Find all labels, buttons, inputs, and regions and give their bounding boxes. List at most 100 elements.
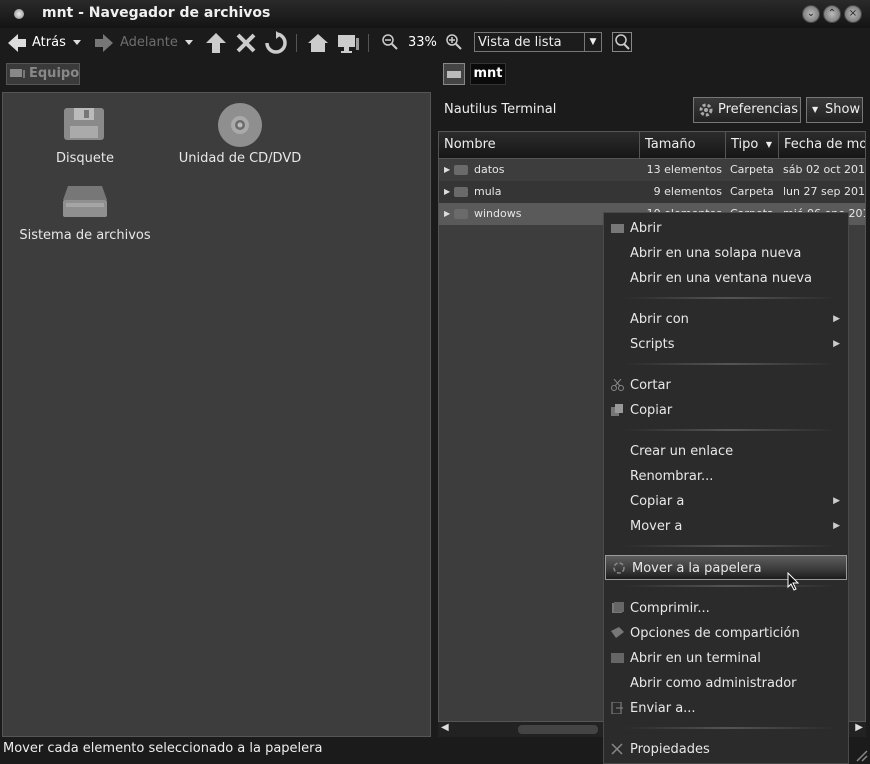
window-menu-icon[interactable]: [14, 9, 24, 19]
forward-history-chevron-icon[interactable]: [184, 39, 194, 47]
toolbar-separator: [368, 34, 369, 52]
row-type: Carpeta: [730, 185, 774, 198]
close-window-button[interactable]: ×: [844, 5, 862, 23]
menu-item-label: Enviar a...: [630, 701, 696, 716]
menu-item-label: Crear un enlace: [630, 444, 734, 459]
menu-separator: [624, 585, 836, 587]
scroll-left-icon[interactable]: ◀: [441, 722, 449, 733]
reload-icon[interactable]: [264, 31, 288, 55]
menu-item-sharing[interactable]: Opciones de compartición: [604, 621, 848, 646]
forward-button: Adelante: [120, 35, 178, 50]
resize-grip-icon[interactable]: [854, 748, 868, 762]
menu-item-label: Opciones de compartición: [630, 626, 800, 641]
terminal-icon: [611, 653, 624, 663]
share-folder-icon: [611, 627, 624, 638]
menu-item-properties[interactable]: Propiedades: [604, 737, 848, 762]
menu-item-label: Mover a: [630, 519, 683, 534]
preferences-label: Preferencias: [718, 102, 799, 117]
archive-icon: [612, 602, 624, 613]
column-header-date[interactable]: Fecha de mod: [779, 132, 865, 158]
row-date: sáb 02 oct 201: [783, 163, 866, 176]
scissors-icon: [611, 379, 624, 391]
up-arrow-icon[interactable]: [205, 32, 227, 54]
menu-separator: [624, 545, 836, 547]
search-icon[interactable]: [612, 32, 632, 52]
menu-item-copy-to[interactable]: Copiar a ▶: [604, 489, 848, 514]
menu-item-open-terminal[interactable]: Abrir en un terminal: [604, 646, 848, 671]
computer-small-icon: [10, 69, 25, 78]
menu-item-label: Abrir como administrador: [630, 676, 797, 691]
menu-item-send-to[interactable]: Enviar a...: [604, 696, 848, 721]
submenu-arrow-icon: ▶: [833, 496, 840, 506]
stop-icon[interactable]: [235, 32, 257, 54]
menu-item-open-window[interactable]: Abrir en una ventana nueva: [604, 266, 848, 291]
menu-item-create-link[interactable]: Crear un enlace: [604, 439, 848, 464]
menu-item-copy[interactable]: Copiar: [604, 398, 848, 423]
recycle-icon: [613, 562, 625, 574]
maximize-button[interactable]: ⌃: [823, 5, 841, 23]
left-pane-location-button[interactable]: Equipo: [6, 63, 80, 85]
menu-item-label: Cortar: [630, 378, 671, 393]
menu-item-open-tab[interactable]: Abrir en una solapa nueva: [604, 241, 848, 266]
column-header-size[interactable]: Tamaño: [640, 132, 726, 158]
forward-arrow-icon: [95, 34, 113, 52]
show-button[interactable]: ▼ Show: [806, 97, 863, 123]
menu-item-rename[interactable]: Renombrar...: [604, 464, 848, 489]
path-root-button[interactable]: [443, 63, 465, 85]
list-header: Nombre Tamaño Tipo ▼ Fecha de mod: [439, 132, 865, 159]
dropdown-arrow-icon: ▼: [584, 33, 601, 51]
menu-item-open-as-admin[interactable]: Abrir como administrador: [604, 671, 848, 696]
back-button[interactable]: Atrás: [32, 32, 66, 54]
zoom-in-icon[interactable]: [445, 33, 463, 51]
zoom-out-icon[interactable]: [381, 33, 399, 51]
menu-item-cut[interactable]: Cortar: [604, 373, 848, 398]
column-header-name[interactable]: Nombre: [439, 132, 640, 158]
path-current-button[interactable]: mnt: [470, 63, 506, 85]
menu-item-scripts[interactable]: Scripts ▶: [604, 332, 848, 357]
device-label[interactable]: Unidad de CD/DVD: [175, 151, 305, 166]
menu-item-label: Abrir en un terminal: [630, 651, 761, 666]
menu-item-label: Abrir en una solapa nueva: [630, 246, 802, 261]
folder-icon: [454, 209, 468, 219]
scrollbar-thumb[interactable]: [518, 725, 598, 734]
device-label[interactable]: Disquete: [30, 151, 140, 166]
wrench-icon: [611, 743, 623, 755]
table-row[interactable]: ▶ mula 9 elementos Carpeta lun 27 sep 20…: [439, 181, 865, 203]
cd-device[interactable]: [217, 103, 263, 149]
folder-icon: [454, 165, 468, 175]
menu-item-label: Mover a la papelera: [632, 561, 762, 576]
menu-item-label: Abrir: [630, 221, 662, 236]
expander-icon[interactable]: ▶: [444, 203, 450, 225]
minimize-button[interactable]: ⌄: [802, 5, 820, 23]
menu-item-move-to-trash[interactable]: Mover a la papelera: [605, 555, 847, 580]
menu-item-compress[interactable]: Comprimir...: [604, 596, 848, 621]
menu-item-label: Comprimir...: [630, 601, 710, 616]
submenu-arrow-icon: ▶: [833, 339, 840, 349]
home-icon[interactable]: [306, 31, 330, 55]
menu-item-label: Copiar: [630, 403, 673, 418]
expander-icon[interactable]: ▶: [444, 159, 450, 181]
zoom-level: 33%: [408, 35, 437, 50]
drive-icon: [447, 71, 461, 78]
send-icon: [611, 702, 623, 714]
floppy-device[interactable]: [60, 104, 108, 144]
expander-icon[interactable]: ▶: [444, 181, 450, 203]
table-row[interactable]: ▶ datos 13 elementos Carpeta sáb 02 oct …: [439, 159, 866, 181]
view-mode-select[interactable]: Vista de lista ▼: [474, 32, 602, 52]
menu-item-move-to[interactable]: Mover a ▶: [604, 514, 848, 539]
device-label[interactable]: Sistema de archivos: [15, 228, 155, 243]
filesystem-device[interactable]: [60, 184, 110, 220]
menu-item-label: Abrir en una ventana nueva: [630, 271, 812, 286]
back-arrow-icon[interactable]: [6, 32, 28, 54]
back-history-chevron-icon[interactable]: [72, 39, 82, 47]
menu-item-open[interactable]: Abrir: [604, 216, 848, 241]
scroll-right-icon[interactable]: ▶: [855, 722, 863, 733]
context-menu: Abrir Abrir en una solapa nueva Abrir en…: [603, 212, 849, 764]
column-header-type[interactable]: Tipo ▼: [726, 132, 779, 158]
menu-item-open-with[interactable]: Abrir con ▶: [604, 307, 848, 332]
row-name: datos: [474, 163, 505, 176]
preferences-button[interactable]: Preferencias: [693, 97, 801, 123]
menu-separator: [624, 297, 836, 299]
computer-icon[interactable]: [336, 32, 360, 54]
chevron-down-icon: ▼: [812, 105, 819, 114]
